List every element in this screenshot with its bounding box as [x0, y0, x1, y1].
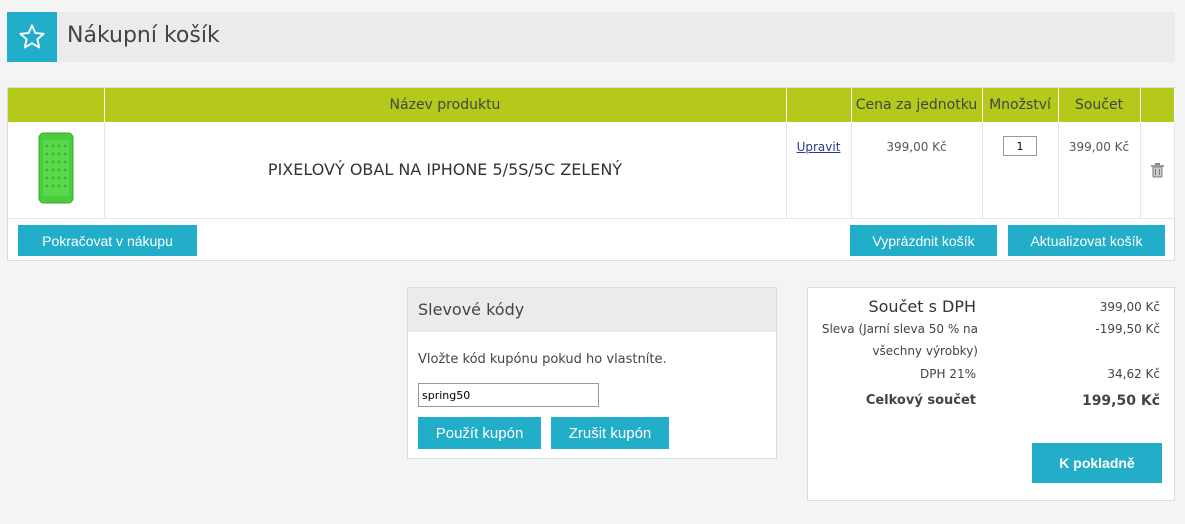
col-product-name: Název produktu [104, 88, 787, 122]
star-icon [7, 12, 57, 62]
total-cell: 399,00 Kč [1058, 122, 1141, 219]
col-remove [1140, 88, 1175, 122]
subtotal-label: Součet s DPH [868, 297, 976, 316]
col-total: Součet [1058, 88, 1141, 122]
vat-label: DPH 21% [920, 367, 976, 381]
table-header-row: Název produktu Cena za jednotku Množství… [8, 88, 1175, 122]
grand-total-label: Celkový součet [865, 393, 976, 408]
subtotal-value: 399,00 Kč [1099, 300, 1160, 314]
cancel-coupon-button[interactable]: Zrušit kupón [551, 417, 669, 449]
remove-cell [1140, 122, 1175, 219]
coupon-code-input[interactable] [418, 383, 599, 407]
trash-icon[interactable] [1149, 162, 1165, 178]
coupon-panel: Slevové kódy Vložte kód kupónu pokud ho … [407, 287, 777, 459]
quantity-cell [982, 122, 1059, 219]
empty-cart-button[interactable]: Vyprázdnit košík [850, 225, 997, 256]
vat-value: 34,62 Kč [1107, 367, 1160, 381]
coupon-instruction: Vložte kód kupónu pokud ho vlastníte. [418, 352, 667, 367]
discount-label: Sleva (Jarní sleva 50 % na všechny výrob… [821, 322, 978, 358]
edit-link[interactable]: Upravit [787, 140, 851, 154]
page-title: Nákupní košík [67, 23, 220, 48]
col-quantity: Množství [982, 88, 1059, 122]
grand-total-value: 199,50 Kč [1081, 393, 1160, 409]
update-cart-button[interactable]: Aktualizovat košík [1008, 225, 1165, 256]
line-total: 399,00 Kč [1068, 140, 1130, 154]
apply-coupon-button[interactable]: Použít kupón [418, 417, 541, 449]
edit-cell: Upravit [786, 122, 852, 219]
discount-value: -199,50 Kč [1095, 322, 1160, 336]
product-image-cell [8, 122, 105, 219]
table-row: PIXELOVÝ OBAL NA IPHONE 5/5S/5C ZELENÝ U… [8, 122, 1175, 219]
product-image[interactable] [38, 132, 74, 204]
cart-table: Název produktu Cena za jednotku Množství… [7, 87, 1175, 261]
product-name: PIXELOVÝ OBAL NA IPHONE 5/5S/5C ZELENÝ [267, 160, 623, 179]
unit-price: 399,00 Kč [886, 140, 947, 154]
totals-panel: Součet s DPH 399,00 Kč Sleva (Jarní slev… [807, 287, 1175, 501]
continue-shopping-button[interactable]: Pokračovat v nákupu [18, 225, 197, 256]
page-header: Nákupní košík [7, 12, 1175, 62]
quantity-input[interactable] [1003, 136, 1037, 156]
col-edit [786, 88, 852, 122]
checkout-button[interactable]: K pokladně [1032, 443, 1162, 483]
col-unit-price: Cena za jednotku [851, 88, 983, 122]
unit-price-cell: 399,00 Kč [851, 122, 983, 219]
coupon-title: Slevové kódy [408, 288, 776, 332]
col-image [8, 88, 105, 122]
product-name-cell: PIXELOVÝ OBAL NA IPHONE 5/5S/5C ZELENÝ [104, 122, 787, 219]
